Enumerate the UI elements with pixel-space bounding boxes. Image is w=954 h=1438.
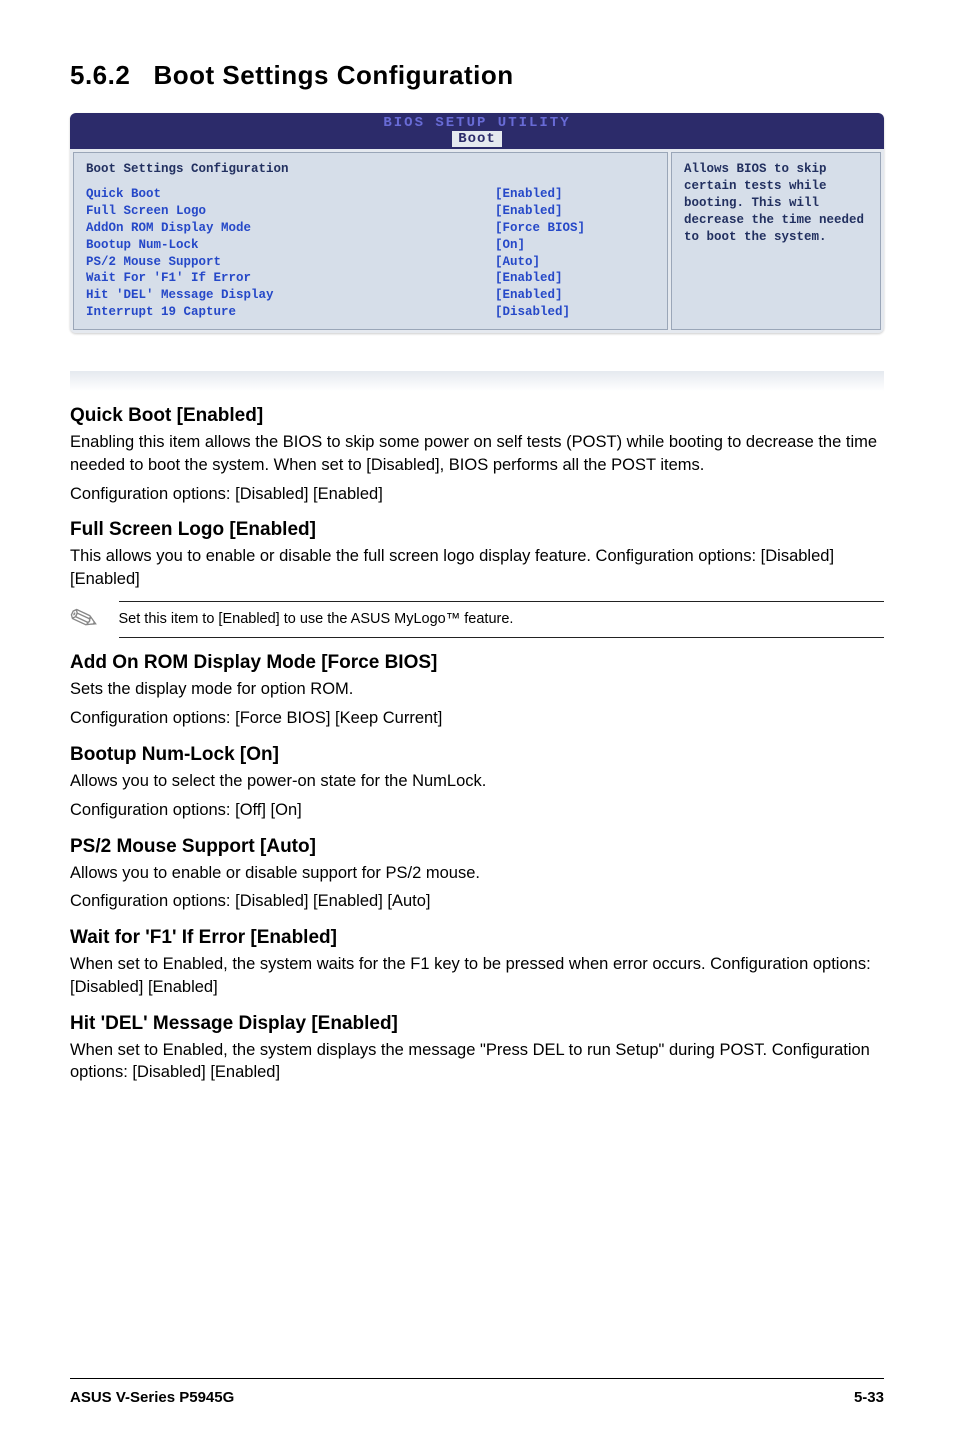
page-footer: ASUS V-Series P5945G 5-33 <box>70 1378 884 1406</box>
section-number: 5.6.2 <box>70 60 130 90</box>
bios-tab-boot: Boot <box>452 131 502 147</box>
bios-help-panel: Allows BIOS to skip certain tests while … <box>671 152 881 330</box>
footer-left: ASUS V-Series P5945G <box>70 1389 234 1406</box>
bios-row: Hit 'DEL' Message Display[Enabled] <box>86 287 655 304</box>
bios-panel-title: Boot Settings Configuration <box>86 161 655 178</box>
paragraph: Configuration options: [Force BIOS] [Kee… <box>70 707 884 730</box>
paragraph: This allows you to enable or disable the… <box>70 545 884 591</box>
bios-header: BIOS SETUP UTILITY Boot <box>70 113 884 149</box>
bios-row: AddOn ROM Display Mode[Force BIOS] <box>86 220 655 237</box>
subheading-full-screen-logo: Full Screen Logo [Enabled] <box>70 519 884 541</box>
paragraph: Sets the display mode for option ROM. <box>70 678 884 701</box>
bios-left-panel: Boot Settings Configuration Quick Boot[E… <box>73 152 668 330</box>
bios-title: BIOS SETUP UTILITY <box>70 115 884 131</box>
bios-body: Boot Settings Configuration Quick Boot[E… <box>70 149 884 333</box>
footer-right: 5-33 <box>854 1389 884 1406</box>
paragraph: When set to Enabled, the system waits fo… <box>70 953 884 999</box>
subheading-quick-boot: Quick Boot [Enabled] <box>70 405 884 427</box>
section-title: Boot Settings Configuration <box>154 60 514 90</box>
pencil-icon: ✎ <box>65 599 103 641</box>
bios-row: Quick Boot[Enabled] <box>86 186 655 203</box>
paragraph: Allows you to select the power-on state … <box>70 770 884 793</box>
note-text: Set this item to [Enabled] to use the AS… <box>119 601 885 639</box>
bios-row: Full Screen Logo[Enabled] <box>86 203 655 220</box>
section-heading: 5.6.2 Boot Settings Configuration <box>70 60 884 91</box>
subheading-bootup-num: Bootup Num-Lock [On] <box>70 744 884 766</box>
bios-screenshot: BIOS SETUP UTILITY Boot Boot Settings Co… <box>70 113 884 333</box>
bios-fade <box>70 371 884 391</box>
bios-row: PS/2 Mouse Support[Auto] <box>86 254 655 271</box>
paragraph: Configuration options: [Off] [On] <box>70 799 884 822</box>
paragraph: Allows you to enable or disable support … <box>70 862 884 885</box>
paragraph: Enabling this item allows the BIOS to sk… <box>70 431 884 477</box>
bios-row: Wait For 'F1' If Error[Enabled] <box>86 270 655 287</box>
paragraph: Configuration options: [Disabled] [Enabl… <box>70 890 884 913</box>
subheading-addon-rom: Add On ROM Display Mode [Force BIOS] <box>70 652 884 674</box>
subheading-ps2-mouse: PS/2 Mouse Support [Auto] <box>70 836 884 858</box>
subheading-hit-del: Hit 'DEL' Message Display [Enabled] <box>70 1013 884 1035</box>
note-block: ✎ Set this item to [Enabled] to use the … <box>70 601 884 639</box>
bios-row: Interrupt 19 Capture[Disabled] <box>86 304 655 321</box>
bios-row: Bootup Num-Lock[On] <box>86 237 655 254</box>
paragraph: Configuration options: [Disabled] [Enabl… <box>70 483 884 506</box>
subheading-wait-f1: Wait for 'F1' If Error [Enabled] <box>70 927 884 949</box>
paragraph: When set to Enabled, the system displays… <box>70 1039 884 1085</box>
